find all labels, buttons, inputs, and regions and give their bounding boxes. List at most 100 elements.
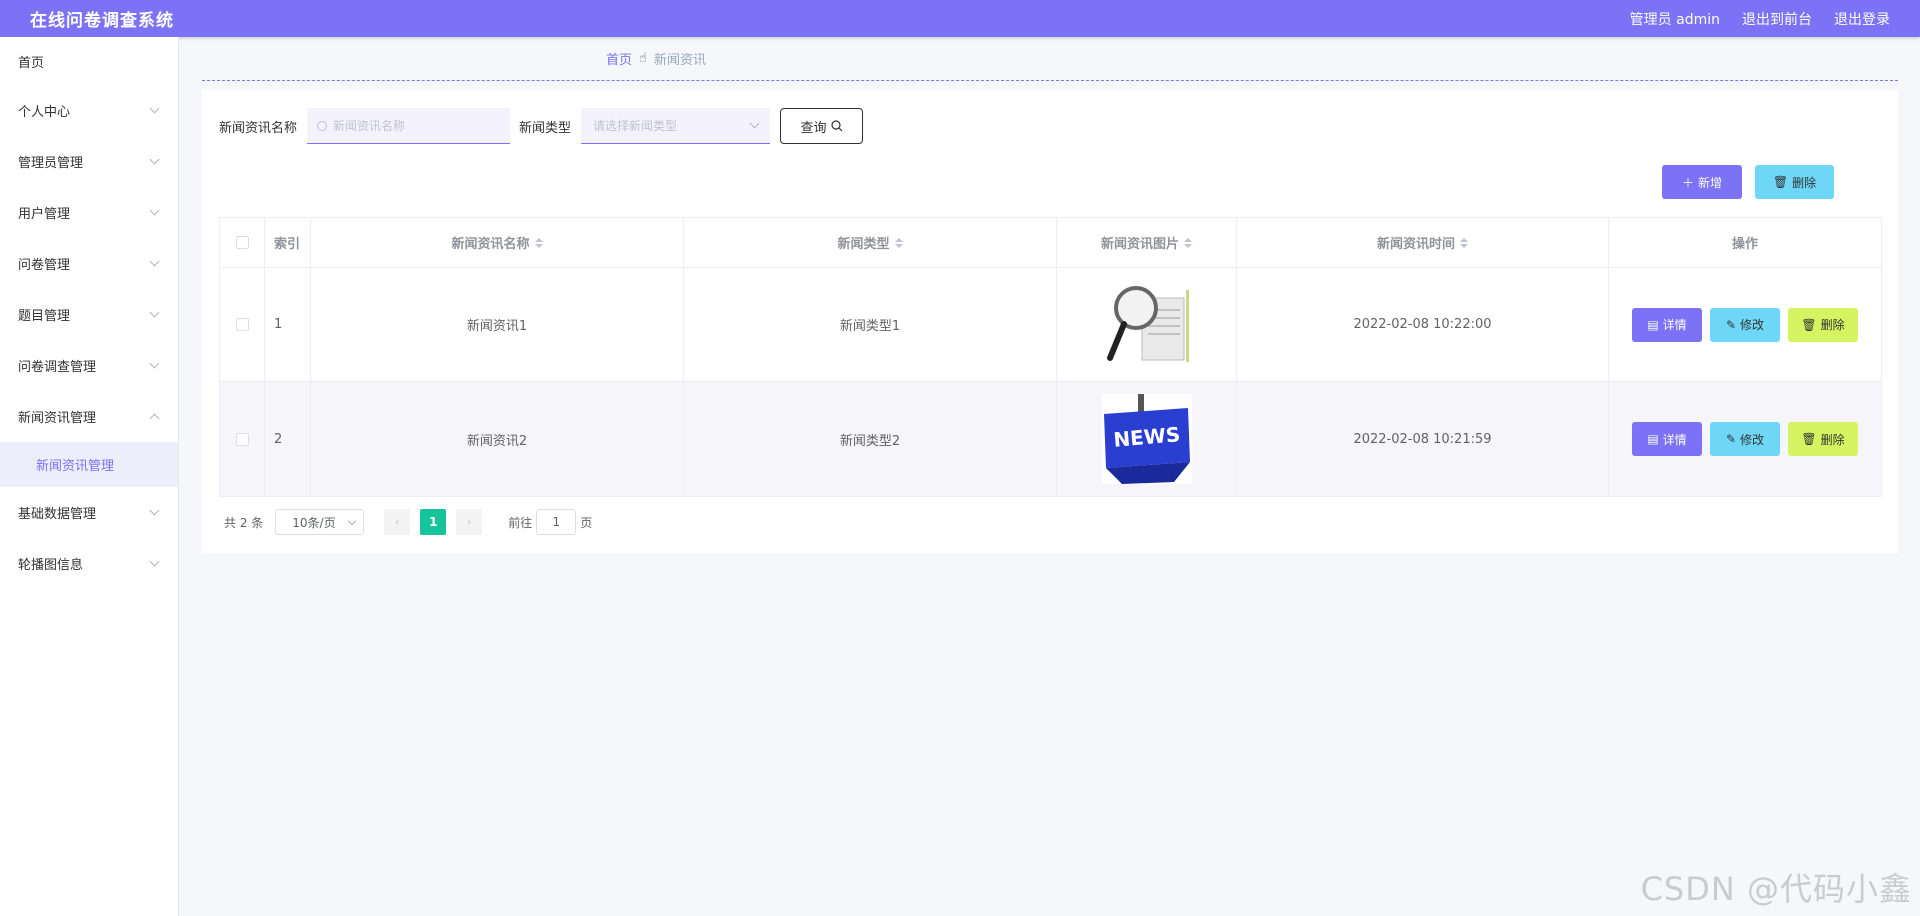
header-label: 新闻资讯图片: [1100, 237, 1179, 252]
header-news-type[interactable]: 新闻类型: [684, 218, 1057, 267]
next-page-button[interactable]: ›: [456, 509, 483, 535]
sidebar-item-survey-management[interactable]: 问卷调查管理: [0, 340, 178, 391]
cell-index: 2: [265, 382, 311, 496]
breadcrumb-current: 新闻资讯: [653, 53, 706, 68]
sidebar-item-news-management[interactable]: 新闻资讯管理: [0, 391, 178, 442]
pencil-icon: ✎: [1725, 317, 1737, 332]
goto-suffix: 页: [580, 515, 593, 530]
detail-button[interactable]: ▤ 详情: [1632, 422, 1702, 456]
sidebar-item-label: 问卷调查管理: [18, 360, 97, 375]
sidebar-item-questionnaire-management[interactable]: 问卷管理: [0, 238, 178, 289]
header-news-image[interactable]: 新闻资讯图片: [1057, 218, 1237, 267]
add-button[interactable]: ＋ 新增: [1662, 165, 1742, 199]
logout-link[interactable]: 退出登录: [1834, 9, 1890, 29]
trash-icon: 🗑: [1801, 317, 1817, 332]
sidebar-item-personal-center[interactable]: 个人中心: [0, 85, 178, 136]
batch-delete-button[interactable]: 🗑 删除: [1755, 165, 1834, 199]
pagination: 共 2 条 10条/页 ‹ 1 › 前往 1 页: [224, 509, 592, 535]
hand-pointer-icon: ☝: [639, 51, 647, 66]
sidebar-item-label: 用户管理: [18, 207, 71, 222]
goto-prefix: 前往: [508, 515, 533, 530]
admin-user-label[interactable]: 管理员 admin: [1630, 9, 1720, 29]
pencil-icon: ✎: [1725, 432, 1737, 446]
header-label: 新闻资讯时间: [1376, 237, 1455, 252]
cell-news-image: [1057, 268, 1237, 381]
chevron-down-icon: [348, 516, 357, 525]
news-thumbnail-magnifier[interactable]: [1101, 279, 1192, 370]
header-select-all[interactable]: [220, 218, 265, 267]
header-news-time[interactable]: 新闻资讯时间: [1237, 218, 1609, 267]
exit-to-front-link[interactable]: 退出到前台: [1742, 9, 1812, 29]
news-type-label: 新闻类型: [519, 120, 572, 136]
sidebar-subitem-news-management[interactable]: 新闻资讯管理: [0, 442, 178, 487]
chevron-down-icon: [149, 154, 160, 165]
row-select[interactable]: [220, 382, 265, 496]
content-panel: 新闻资讯名称 新闻资讯名称 新闻类型 请选择新闻类型 查询 ＋ 新增 🗑 删除 …: [202, 90, 1898, 553]
checkbox[interactable]: [235, 432, 249, 446]
query-button-label: 查询: [800, 120, 827, 136]
sidebar-subitem-label: 新闻资讯管理: [36, 459, 115, 474]
search-icon: [317, 120, 328, 131]
sidebar-item-label: 问卷管理: [18, 258, 71, 273]
table-row: 1 新闻资讯1 新闻类型1 2022-02-08 10:22:00 ▤ 详情 ✎…: [220, 268, 1881, 382]
breadcrumb-home[interactable]: 首页: [606, 49, 632, 68]
detail-button[interactable]: ▤ 详情: [1632, 307, 1702, 342]
delete-label: 删除: [1820, 318, 1845, 332]
goto-page-input[interactable]: 1: [536, 509, 577, 535]
sort-icon[interactable]: [894, 237, 903, 248]
news-name-placeholder: 新闻资讯名称: [333, 119, 406, 133]
news-thumbnail-key[interactable]: NEWS: [1101, 394, 1192, 484]
sidebar-item-label: 管理员管理: [18, 156, 84, 171]
header-label: 新闻资讯名称: [451, 237, 530, 252]
edit-button[interactable]: ✎ 修改: [1710, 422, 1780, 456]
chevron-up-icon: [149, 413, 160, 424]
header-label: 新闻类型: [837, 237, 890, 252]
query-button[interactable]: 查询: [780, 108, 864, 144]
sort-icon[interactable]: [1460, 237, 1468, 248]
cell-news-name: 新闻资讯2: [311, 382, 684, 496]
cell-operations: ▤ 详情 ✎ 修改 🗑 删除: [1609, 268, 1881, 381]
news-type-select[interactable]: 请选择新闻类型: [581, 108, 771, 144]
chevron-down-icon: [149, 205, 160, 216]
sidebar: 首页 个人中心 管理员管理 用户管理 问卷管理 题目管理 问卷调查管理 新闻资讯…: [0, 37, 179, 916]
sidebar-item-basic-data-management[interactable]: 基础数据管理: [0, 487, 178, 538]
page-size-select[interactable]: 10条/页: [275, 509, 365, 535]
delete-button[interactable]: 🗑 删除: [1788, 422, 1858, 456]
cell-news-image: NEWS: [1057, 382, 1237, 496]
table-row: 2 新闻资讯2 新闻类型2 NEWS 2022-02-08 10:21:59 ▤…: [220, 382, 1881, 496]
news-table: 索引 新闻资讯名称 新闻类型 新闻资讯图片 新闻资讯时间 操作 1 新闻资讯1 …: [219, 217, 1882, 497]
edit-label: 修改: [1740, 432, 1765, 447]
header-label: 操作: [1731, 237, 1758, 252]
header-news-name[interactable]: 新闻资讯名称: [311, 218, 684, 267]
checkbox[interactable]: [235, 318, 249, 331]
chevron-down-icon: [149, 256, 160, 267]
sidebar-item-question-management[interactable]: 题目管理: [0, 289, 178, 340]
sidebar-item-admin-management[interactable]: 管理员管理: [0, 136, 178, 187]
news-name-input[interactable]: 新闻资讯名称: [307, 108, 511, 144]
sort-icon[interactable]: [534, 237, 543, 248]
sidebar-item-user-management[interactable]: 用户管理: [0, 187, 178, 238]
document-icon: ▤: [1647, 432, 1659, 446]
checkbox[interactable]: [235, 236, 249, 249]
news-type-placeholder: 请选择新闻类型: [593, 119, 678, 133]
page-number-current[interactable]: 1: [420, 509, 447, 535]
news-name-label: 新闻资讯名称: [219, 120, 298, 136]
prev-page-button[interactable]: ‹: [384, 509, 411, 535]
delete-button[interactable]: 🗑 删除: [1788, 307, 1858, 342]
sidebar-item-label: 轮播图信息: [18, 558, 84, 573]
sidebar-item-label: 个人中心: [18, 105, 71, 120]
cell-news-time: 2022-02-08 10:21:59: [1237, 382, 1609, 496]
chevron-down-icon: [149, 505, 160, 516]
table-header-row: 索引 新闻资讯名称 新闻类型 新闻资讯图片 新闻资讯时间 操作: [220, 218, 1881, 268]
sort-icon[interactable]: [1184, 237, 1192, 248]
breadcrumb: 首页 ☝ 新闻资讯: [202, 37, 1898, 81]
sidebar-item-home[interactable]: 首页: [0, 37, 178, 85]
chevron-down-icon: [149, 307, 160, 318]
cell-news-type: 新闻类型2: [684, 382, 1057, 496]
edit-button[interactable]: ✎ 修改: [1710, 307, 1780, 342]
sidebar-item-carousel-info[interactable]: 轮播图信息: [0, 538, 178, 589]
chevron-down-icon: [749, 118, 760, 129]
row-select[interactable]: [220, 268, 265, 381]
watermark: CSDN @代码小鑫: [1640, 870, 1912, 908]
action-buttons: ＋ 新增 🗑 删除: [1662, 165, 1834, 199]
